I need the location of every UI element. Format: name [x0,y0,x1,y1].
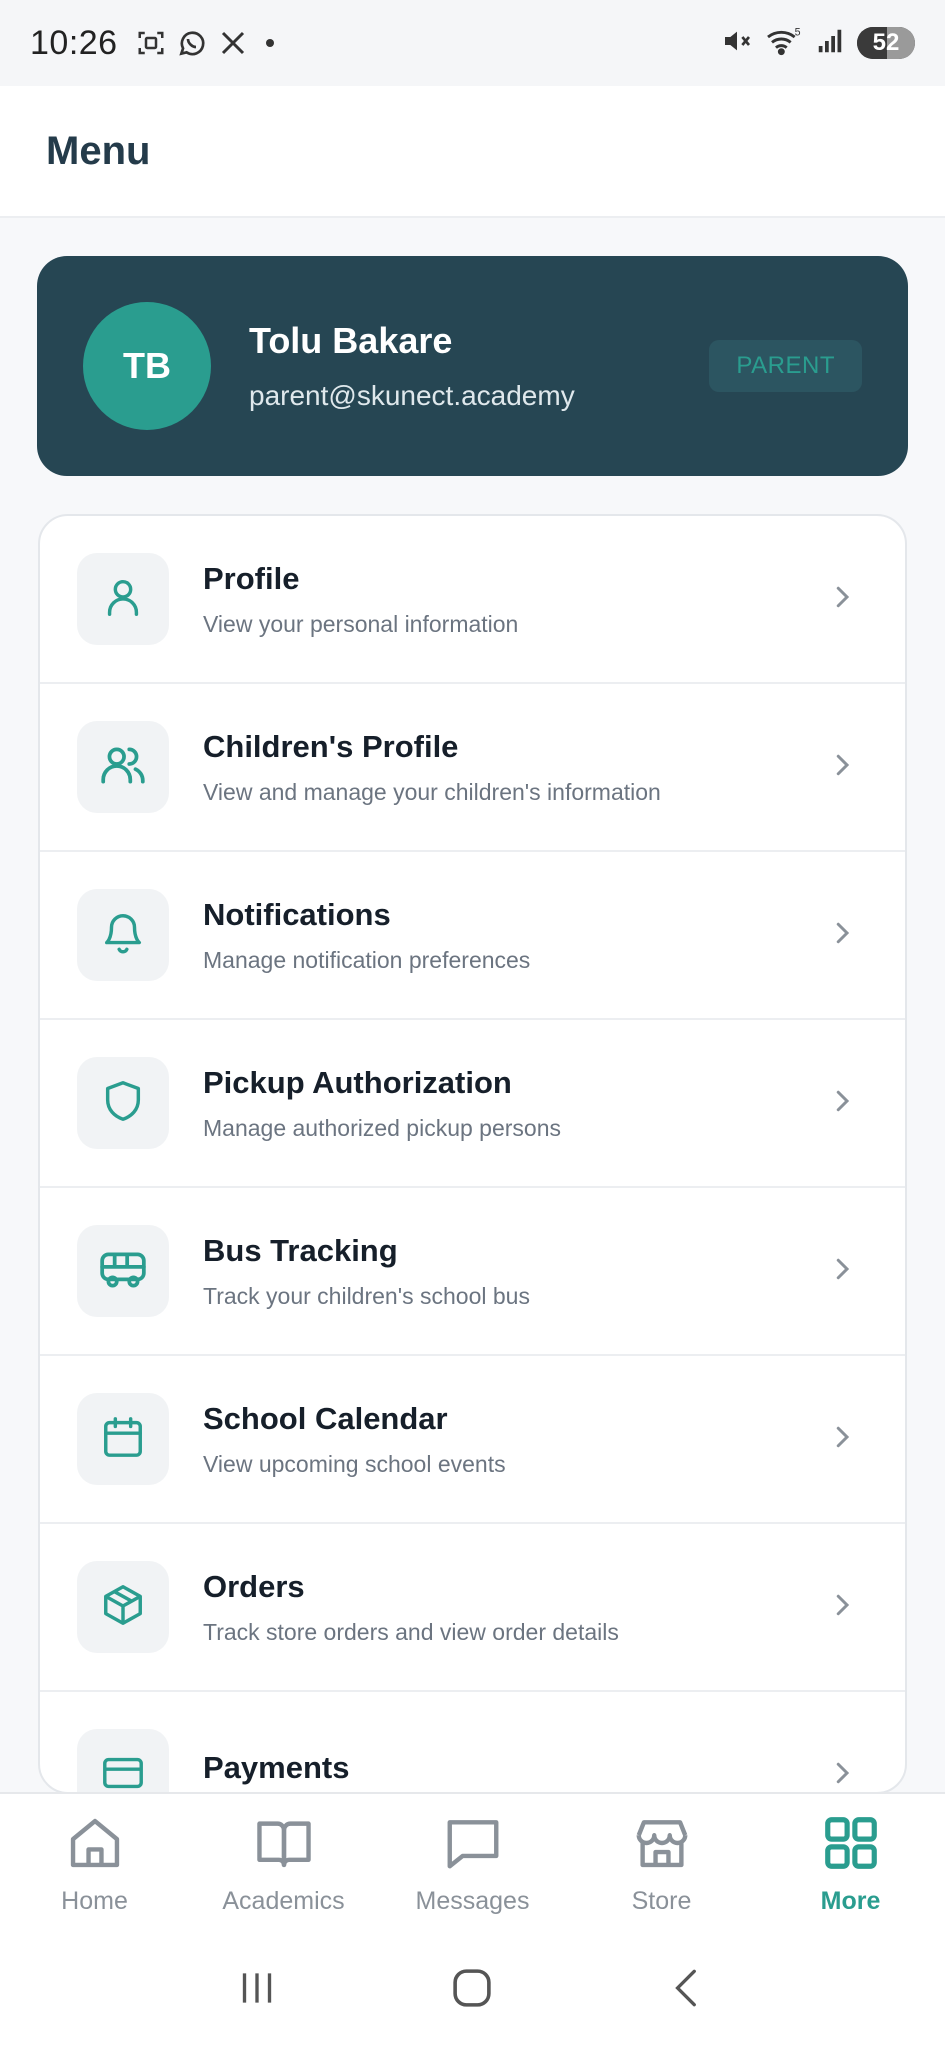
nav-item-more[interactable]: More [756,1794,945,1932]
bottom-nav: Home Academics Messages Store More [0,1792,945,1932]
system-nav-bar [0,1932,945,2048]
grid-icon [820,1812,882,1879]
menu-item-bus-tracking[interactable]: Bus Tracking Track your children's schoo… [40,1188,905,1356]
nav-label: Academics [222,1887,345,1915]
status-time: 10:26 [30,23,118,62]
credit-card-icon [100,1750,146,1793]
nav-item-academics[interactable]: Academics [189,1794,378,1932]
role-badge: PARENT [709,340,862,392]
menu-item-subtitle: View your personal information [203,610,519,637]
user-name: Tolu Bakare [249,320,453,361]
chevron-right-icon [827,1254,857,1289]
menu-item-subtitle: View and manage your children's informat… [203,778,661,805]
chevron-right-icon [827,750,857,785]
package-icon [100,1582,146,1633]
menu-item-orders[interactable]: Orders Track store orders and view order… [40,1524,905,1692]
menu-item-pickup-authorization[interactable]: Pickup Authorization Manage authorized p… [40,1020,905,1188]
menu-item-title: Bus Tracking [203,1232,398,1268]
signal-icon [815,26,845,61]
menu-item-title: Children's Profile [203,728,459,764]
menu-list: Profile View your personal information C… [38,514,907,1794]
chevron-right-icon [827,1590,857,1625]
screenshot-icon [136,28,166,58]
users-icon [98,740,148,795]
user-card[interactable]: TB Tolu Bakare parent@skunect.academy PA… [37,256,908,476]
nav-item-messages[interactable]: Messages [378,1794,567,1932]
chevron-right-icon [827,1422,857,1457]
page-title: Menu [46,128,151,173]
chevron-right-icon [827,918,857,953]
dot-icon [258,31,282,55]
bell-icon [100,910,146,961]
app-header: Menu [0,86,945,218]
svg-text:5: 5 [795,26,801,38]
mute-icon [721,25,753,62]
menu-item-title: School Calendar [203,1400,448,1436]
nav-item-store[interactable]: Store [567,1794,756,1932]
status-bar: 10:26 5 52 [0,0,945,86]
whatsapp-icon [176,27,208,59]
nav-label: Store [631,1887,692,1915]
menu-item-school-calendar[interactable]: School Calendar View upcoming school eve… [40,1356,905,1524]
shield-icon [100,1078,146,1129]
message-icon [442,1812,504,1879]
store-icon [631,1812,693,1879]
back-icon[interactable] [663,1963,713,2018]
user-icon [100,574,146,625]
menu-item-payments[interactable]: Payments [40,1692,905,1793]
menu-item-title: Orders [203,1568,305,1604]
chevron-right-icon [827,1086,857,1121]
chevron-right-icon [827,582,857,617]
menu-item-title: Payments [203,1750,350,1785]
menu-item-notifications[interactable]: Notifications Manage notification prefer… [40,852,905,1020]
user-email: parent@skunect.academy [249,380,575,411]
menu-item-title: Notifications [203,896,391,932]
home-icon [64,1812,126,1879]
battery-icon: 52 [857,27,915,59]
menu-item-childrens-profile[interactable]: Children's Profile View and manage your … [40,684,905,852]
wifi-icon: 5 [765,25,803,62]
nav-label: More [820,1887,881,1915]
menu-item-profile[interactable]: Profile View your personal information [40,516,905,684]
chevron-right-icon [827,1758,857,1793]
calendar-icon [100,1414,146,1465]
x-icon [218,28,248,58]
bus-icon [98,1244,148,1299]
menu-item-title: Profile [203,560,300,596]
book-icon [253,1812,315,1879]
menu-item-subtitle: Track your children's school bus [203,1282,530,1309]
home-button-icon[interactable] [445,1961,499,2020]
menu-item-subtitle: Track store orders and view order detail… [203,1618,619,1645]
menu-item-subtitle: View upcoming school events [203,1450,506,1477]
avatar: TB [83,302,211,430]
recent-apps-icon[interactable] [232,1963,282,2018]
nav-label: Home [61,1887,128,1915]
menu-item-title: Pickup Authorization [203,1064,512,1100]
nav-item-home[interactable]: Home [0,1794,189,1932]
menu-item-subtitle: Manage authorized pickup persons [203,1114,562,1141]
menu-item-subtitle: Manage notification preferences [203,946,531,973]
nav-label: Messages [415,1887,530,1915]
battery-level: 52 [872,29,900,56]
